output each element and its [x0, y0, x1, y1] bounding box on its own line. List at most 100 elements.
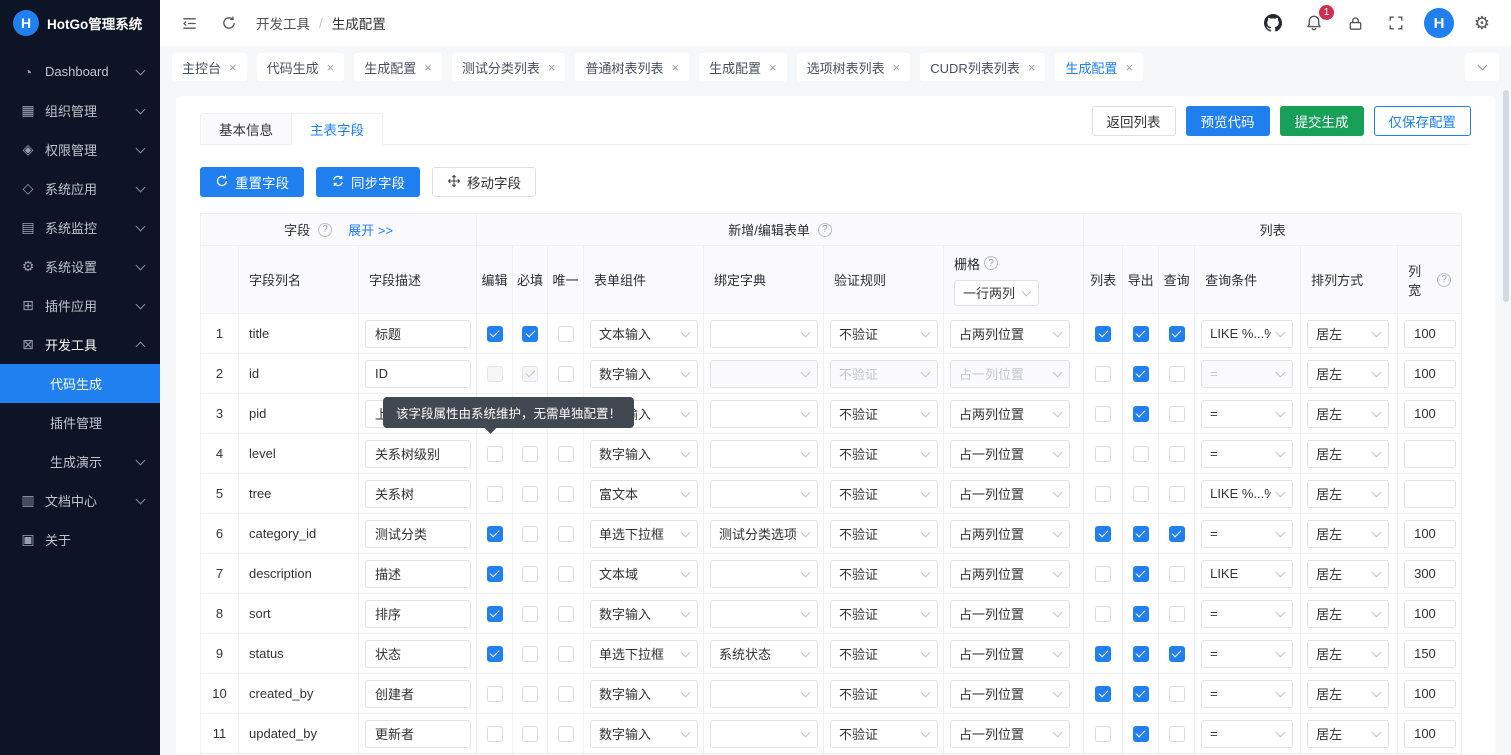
query-checkbox[interactable]: [1169, 366, 1185, 382]
dict-select[interactable]: [710, 680, 818, 708]
required-checkbox[interactable]: [522, 566, 538, 582]
width-input[interactable]: [1404, 440, 1456, 468]
width-input[interactable]: [1404, 320, 1456, 348]
dict-select[interactable]: 测试分类选项: [710, 520, 818, 548]
help-icon[interactable]: ?: [818, 223, 832, 237]
query-checkbox[interactable]: [1169, 446, 1185, 462]
edit-checkbox[interactable]: [487, 326, 503, 342]
tab-chip[interactable]: CUDR列表列表×: [920, 53, 1045, 81]
component-select[interactable]: 数字输入: [590, 720, 698, 748]
export-checkbox[interactable]: [1133, 606, 1149, 622]
unique-checkbox[interactable]: [558, 686, 574, 702]
component-select[interactable]: 单选下拉框: [590, 640, 698, 668]
grid-select[interactable]: 占一列位置: [950, 440, 1070, 468]
validation-select[interactable]: 不验证: [830, 680, 938, 708]
dict-select[interactable]: 系统状态: [710, 640, 818, 668]
unique-checkbox[interactable]: [558, 526, 574, 542]
list-checkbox[interactable]: [1095, 686, 1111, 702]
query-cond-select[interactable]: =: [1201, 520, 1293, 548]
field-desc-input[interactable]: [365, 680, 471, 708]
tab-chip[interactable]: 代码生成×: [257, 53, 345, 81]
github-icon[interactable]: [1260, 10, 1286, 36]
component-select[interactable]: 数字输入: [590, 600, 698, 628]
list-checkbox[interactable]: [1095, 406, 1111, 422]
dict-select[interactable]: [710, 440, 818, 468]
settings-gear-icon[interactable]: ⚙: [1469, 10, 1495, 36]
export-checkbox[interactable]: [1133, 566, 1149, 582]
validation-select[interactable]: 不验证: [830, 600, 938, 628]
required-checkbox[interactable]: [522, 326, 538, 342]
sidebar-item-settings[interactable]: ⚙系统设置: [0, 247, 160, 286]
field-desc-input[interactable]: [365, 640, 471, 668]
tab-chip[interactable]: 主控台×: [172, 53, 247, 81]
sidebar-subitem-codegen[interactable]: 代码生成: [0, 364, 160, 403]
dict-select[interactable]: [710, 720, 818, 748]
field-desc-input[interactable]: [365, 520, 471, 548]
validation-select[interactable]: 不验证: [830, 560, 938, 588]
sidebar-item-docs[interactable]: ▥文档中心: [0, 481, 160, 520]
sidebar-item-org[interactable]: ▦组织管理: [0, 91, 160, 130]
query-checkbox[interactable]: [1169, 406, 1185, 422]
component-select[interactable]: 数字输入: [590, 680, 698, 708]
export-checkbox[interactable]: [1133, 486, 1149, 502]
unique-checkbox[interactable]: [558, 646, 574, 662]
close-icon[interactable]: ×: [327, 61, 335, 74]
app-logo[interactable]: H HotGo管理系统: [0, 0, 160, 46]
list-checkbox[interactable]: [1095, 606, 1111, 622]
query-cond-select[interactable]: =: [1201, 680, 1293, 708]
component-select[interactable]: 数字输入: [590, 360, 698, 388]
required-checkbox[interactable]: [522, 526, 538, 542]
required-checkbox[interactable]: [522, 486, 538, 502]
align-select[interactable]: 居左: [1307, 680, 1389, 708]
required-checkbox[interactable]: [522, 686, 538, 702]
required-checkbox[interactable]: [522, 726, 538, 742]
sidebar-item-about[interactable]: ▣关于: [0, 520, 160, 559]
width-input[interactable]: [1404, 680, 1456, 708]
align-select[interactable]: 居左: [1307, 360, 1389, 388]
sidebar-item-devtools[interactable]: ⊠开发工具: [0, 325, 160, 364]
close-icon[interactable]: ×: [1125, 61, 1133, 74]
align-select[interactable]: 居左: [1307, 520, 1389, 548]
reset-fields-button[interactable]: 重置字段: [200, 167, 304, 197]
required-checkbox[interactable]: [522, 646, 538, 662]
dict-select[interactable]: [710, 320, 818, 348]
validation-select[interactable]: 不验证: [830, 400, 938, 428]
close-icon[interactable]: ×: [548, 61, 556, 74]
export-checkbox[interactable]: [1133, 686, 1149, 702]
query-checkbox[interactable]: [1169, 646, 1185, 662]
align-select[interactable]: 居左: [1307, 560, 1389, 588]
width-input[interactable]: [1404, 600, 1456, 628]
grid-select[interactable]: 占一列位置: [950, 600, 1070, 628]
tab-basic-info[interactable]: 基本信息: [200, 113, 292, 145]
query-checkbox[interactable]: [1169, 326, 1185, 342]
close-icon[interactable]: ×: [424, 61, 432, 74]
close-icon[interactable]: ×: [1028, 61, 1036, 74]
help-icon[interactable]: ?: [1437, 273, 1451, 287]
sidebar-item-permission[interactable]: ◈权限管理: [0, 130, 160, 169]
fullscreen-icon[interactable]: [1383, 10, 1409, 36]
edit-checkbox[interactable]: [487, 646, 503, 662]
align-select[interactable]: 居左: [1307, 320, 1389, 348]
validation-select[interactable]: 不验证: [830, 440, 938, 468]
export-checkbox[interactable]: [1133, 446, 1149, 462]
unique-checkbox[interactable]: [558, 566, 574, 582]
required-checkbox[interactable]: [522, 446, 538, 462]
grid-select[interactable]: 占两列位置: [950, 320, 1070, 348]
sidebar-subitem-gen-demo[interactable]: 生成演示: [0, 442, 160, 481]
tab-chip[interactable]: 选项树表列表×: [797, 53, 911, 81]
close-icon[interactable]: ×: [671, 61, 679, 74]
field-desc-input[interactable]: [365, 600, 471, 628]
component-select[interactable]: 富文本: [590, 480, 698, 508]
edit-checkbox[interactable]: [487, 606, 503, 622]
required-checkbox[interactable]: [522, 606, 538, 622]
width-input[interactable]: [1404, 400, 1456, 428]
align-select[interactable]: 居左: [1307, 640, 1389, 668]
grid-select[interactable]: 占一列位置: [950, 720, 1070, 748]
breadcrumb-item-devtools[interactable]: 开发工具: [256, 13, 310, 33]
field-desc-input[interactable]: [365, 720, 471, 748]
align-select[interactable]: 居左: [1307, 400, 1389, 428]
field-desc-input[interactable]: [365, 440, 471, 468]
close-icon[interactable]: ×: [229, 61, 237, 74]
query-cond-select[interactable]: LIKE %...%: [1201, 480, 1293, 508]
field-desc-input[interactable]: [365, 320, 471, 348]
